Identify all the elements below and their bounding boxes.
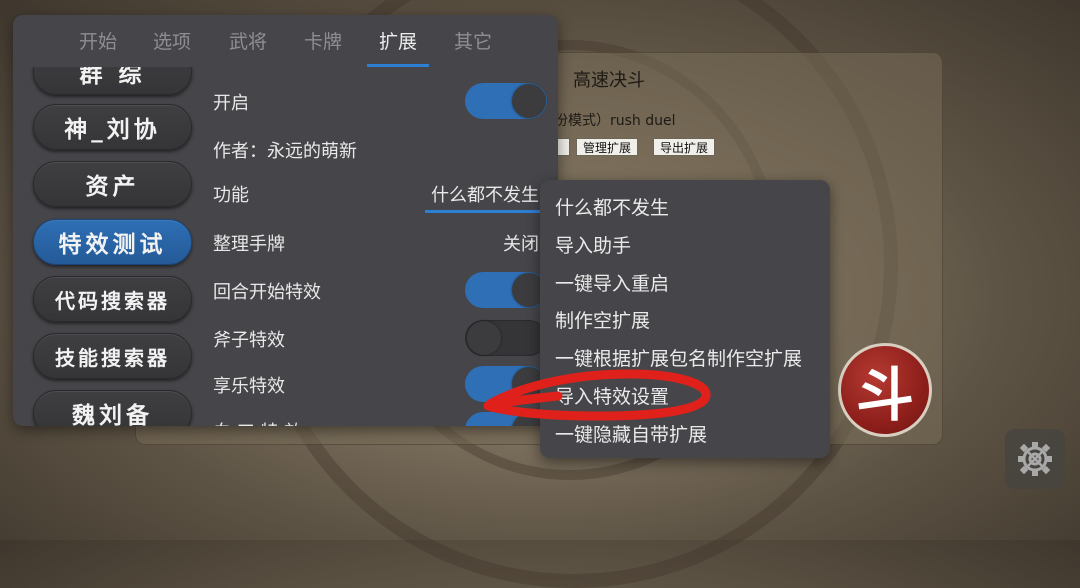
menu-tab-bar: 开始 选项 武将 卡牌 扩展 其它 — [13, 15, 558, 67]
round-start-effect-row: 回合开始特效 — [213, 270, 553, 310]
tab-generals[interactable]: 武将 — [229, 27, 267, 54]
gear-icon — [1018, 442, 1052, 476]
dropdown-option-import-restart[interactable]: 一键导入重启 — [555, 269, 669, 296]
sidebar-item-assets[interactable]: 资产 — [33, 161, 192, 207]
extension-sidebar: 群 综 神_刘协 资产 特效测试 代码搜索器 技能搜索器 魏刘备 — [13, 67, 208, 426]
export-extension-button[interactable]: 导出扩展 — [653, 138, 716, 156]
dropdown-option-create-by-name[interactable]: 一键根据扩展包名制作空扩展 — [555, 344, 802, 371]
tab-cards[interactable]: 卡牌 — [304, 27, 342, 54]
partial-effect-row: 白 工 特 效 — [213, 410, 553, 426]
round-start-effect-label: 回合开始特效 — [213, 282, 321, 303]
tab-extensions[interactable]: 扩展 — [379, 27, 417, 54]
enable-row: 开启 — [213, 81, 553, 121]
function-row: 功能 什么都不发生 — [213, 173, 553, 213]
partial-effect-label: 白 工 特 效 — [213, 418, 302, 426]
sidebar-item-skill-search[interactable]: 技能搜索器 — [33, 333, 192, 379]
sidebar-item-effect-test[interactable]: 特效测试 — [33, 219, 192, 265]
dropdown-option-nothing[interactable]: 什么都不发生 — [555, 193, 669, 220]
sidebar-item-wei-liubei[interactable]: 魏刘备 — [33, 390, 192, 426]
author-row: 作者：永远的萌新 — [213, 129, 553, 169]
extension-settings: 开启 作者：永远的萌新 功能 什么都不发生 整理手牌 关闭 回合开始特效 斧子特… — [208, 67, 558, 426]
dropdown-option-import-helper[interactable]: 导入助手 — [555, 231, 631, 258]
dropdown-option-hide-builtin[interactable]: 一键隐藏自带扩展 — [555, 420, 707, 447]
toggle-knob — [512, 84, 546, 118]
sidebar-item-qunzong[interactable]: 群 综 — [33, 67, 192, 95]
function-label: 功能 — [213, 185, 249, 206]
tab-other[interactable]: 其它 — [454, 27, 492, 54]
sidebar-item-shen-liuxie[interactable]: 神_刘协 — [33, 104, 192, 150]
tab-options[interactable]: 选项 — [153, 27, 191, 54]
settings-button[interactable] — [1005, 429, 1065, 489]
fight-button[interactable]: 斗 — [838, 343, 932, 437]
round-start-effect-toggle[interactable] — [465, 272, 547, 308]
xiangle-effect-label: 享乐特效 — [213, 376, 285, 397]
axe-effect-label: 斧子特效 — [213, 330, 285, 351]
enable-label: 开启 — [213, 93, 249, 114]
dropdown-option-import-effect-settings[interactable]: 导入特效设置 — [555, 382, 669, 409]
game-mode-title: 高速决斗 — [573, 70, 645, 91]
sort-hand-row: 整理手牌 关闭 — [213, 222, 553, 262]
sort-hand-label: 整理手牌 — [213, 234, 285, 255]
xiangle-effect-row: 享乐特效 — [213, 364, 553, 404]
author-text: 作者：永远的萌新 — [213, 141, 357, 162]
dropdown-option-create-empty[interactable]: 制作空扩展 — [555, 306, 650, 333]
xiangle-effect-toggle[interactable] — [465, 366, 547, 402]
partial-effect-toggle[interactable] — [465, 412, 547, 426]
function-dropdown: 什么都不发生 导入助手 一键导入重启 制作空扩展 一键根据扩展包名制作空扩展 导… — [540, 180, 830, 458]
manage-extension-button[interactable]: 管理扩展 — [576, 138, 639, 156]
settings-menu: 开始 选项 武将 卡牌 扩展 其它 群 综 神_刘协 资产 特效测试 代码搜索器… — [13, 15, 558, 426]
enable-toggle[interactable] — [465, 83, 547, 119]
toggle-knob — [467, 321, 501, 355]
sort-hand-select[interactable]: 关闭 — [503, 230, 539, 256]
game-mode-description: 身份模式）rush duel — [540, 113, 676, 129]
sidebar-item-code-search[interactable]: 代码搜索器 — [33, 276, 192, 322]
axe-effect-row: 斧子特效 — [213, 318, 553, 358]
axe-effect-toggle[interactable] — [465, 320, 547, 356]
function-select-underline — [425, 210, 547, 213]
tab-start[interactable]: 开始 — [79, 27, 117, 54]
function-select[interactable]: 什么都不发生 — [431, 181, 539, 207]
